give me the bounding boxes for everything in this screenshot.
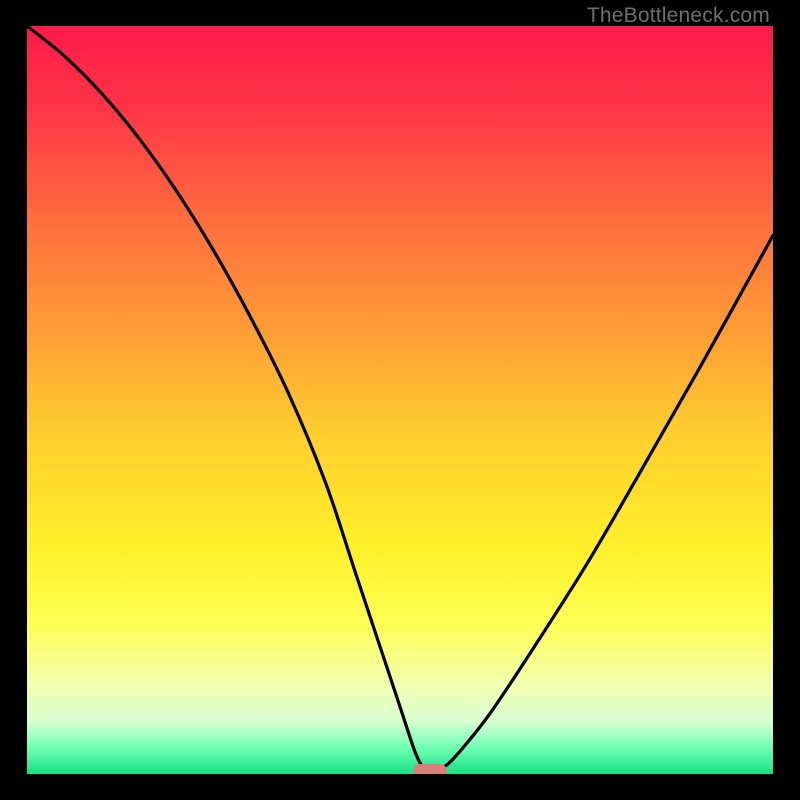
plot-area: [27, 26, 773, 774]
watermark-text: TheBottleneck.com: [587, 4, 770, 28]
chart-frame: TheBottleneck.com: [0, 0, 800, 800]
bottleneck-curve: [27, 26, 773, 774]
optimal-point-marker: [413, 764, 447, 774]
